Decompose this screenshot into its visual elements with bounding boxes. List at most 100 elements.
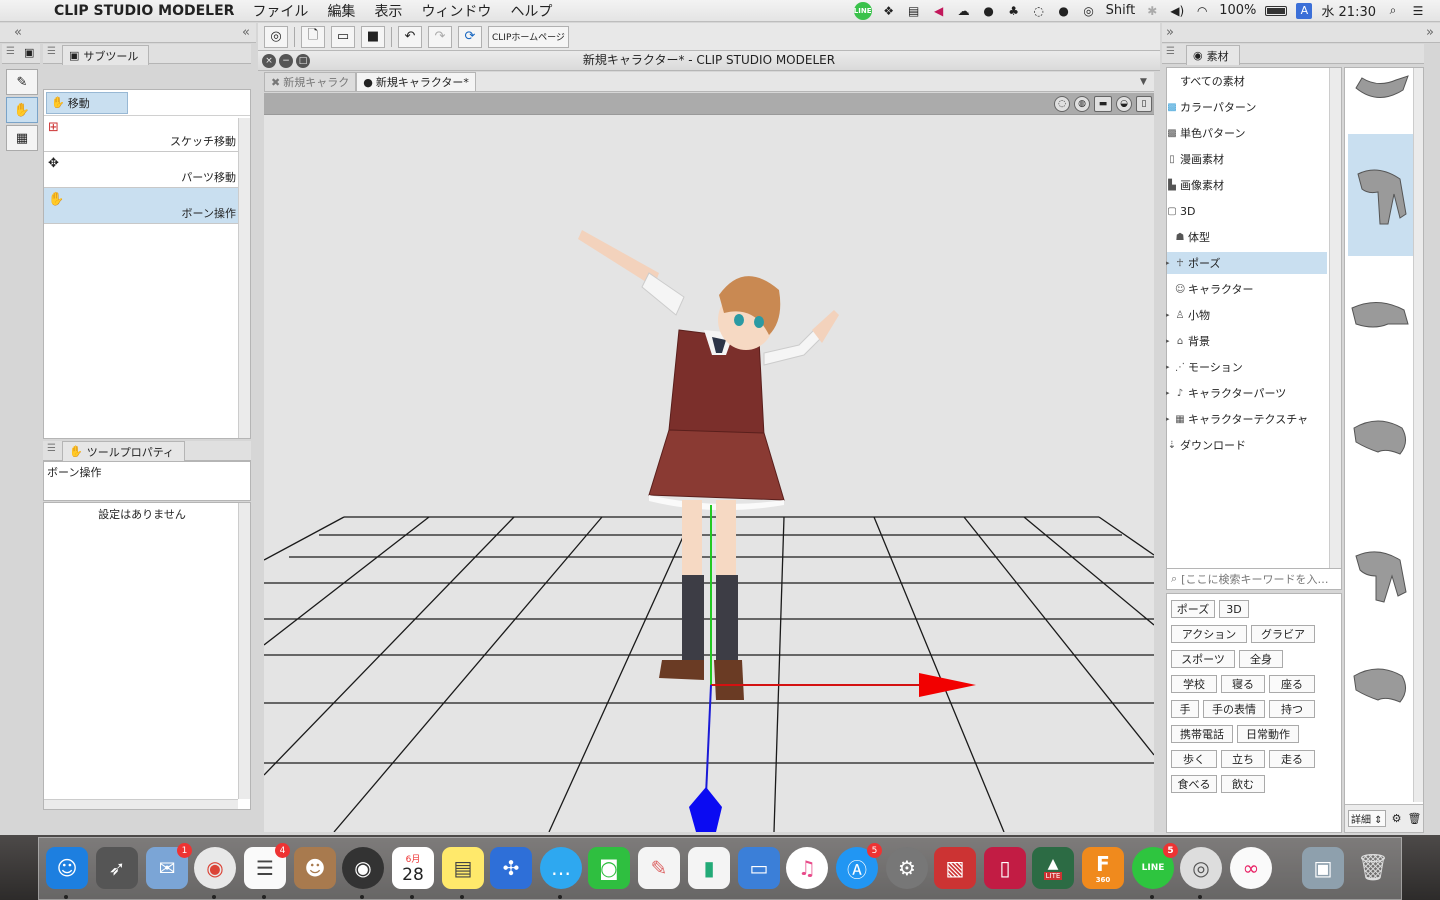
volume-icon[interactable]: ◀) (1169, 3, 1185, 19)
menu-view[interactable]: 表示 (374, 1, 402, 21)
gizmo-z-arrow[interactable] (689, 787, 722, 832)
expand-arrow-icon[interactable]: ▸ (1166, 415, 1170, 423)
battery-icon[interactable] (1265, 5, 1288, 16)
subtool-item-bone-operation[interactable]: ✋ ボーン操作 (44, 188, 238, 224)
pages-icon[interactable]: ✎ (638, 847, 680, 889)
dropbox-icon[interactable]: ❖ (881, 3, 897, 19)
expand-arrow-icon[interactable]: ▸ (1166, 363, 1170, 371)
tag-button[interactable]: 立ち (1221, 750, 1265, 768)
detail-button[interactable]: 詳細 ⇕ (1348, 810, 1386, 827)
subtool-group-move-button[interactable]: ✋ 移動 (46, 91, 128, 114)
tag-button[interactable]: 食べる (1171, 775, 1217, 793)
maximize-window-icon[interactable]: □ (296, 54, 310, 68)
subtool-item-sketch-move[interactable]: ⊞ スケッチ移動 (44, 116, 238, 152)
close-window-icon[interactable]: × (262, 54, 276, 68)
tree-item-props[interactable]: ▸ ♙ 小物 (1166, 304, 1327, 326)
tree-vscroll[interactable] (1329, 68, 1341, 572)
tree-item-download[interactable]: ⇣ ダウンロード (1167, 434, 1327, 456)
tag-button[interactable]: 走る (1269, 750, 1315, 768)
trash-icon[interactable]: 🗑 (1352, 847, 1394, 889)
phone-app-icon[interactable]: ▯ (984, 847, 1026, 889)
line-status-icon[interactable]: LINE (853, 1, 872, 20)
tag-button[interactable]: 日常動作 (1237, 725, 1299, 743)
move-tool-button[interactable]: ✋ (6, 97, 38, 123)
tag-button[interactable]: 手の表情 (1203, 700, 1265, 718)
tag-button[interactable]: 座る (1269, 675, 1315, 693)
tag-button[interactable]: アクション (1171, 625, 1247, 643)
notification-center-icon[interactable]: ☰ (1410, 3, 1426, 19)
tree-item-motion[interactable]: ▸ ⋰ モーション (1166, 356, 1327, 378)
tag-button[interactable]: ポーズ (1171, 600, 1215, 618)
tab-list-chevron-down-icon[interactable]: ▼ (1140, 72, 1154, 91)
expand-arrow-icon[interactable]: ▸ (1166, 311, 1170, 319)
hat-icon[interactable]: ● (981, 3, 997, 19)
open-file-button[interactable]: ▭ (331, 25, 355, 48)
wifi-icon[interactable]: ◠ (1194, 3, 1210, 19)
close-tab-icon[interactable]: ✖ (271, 76, 280, 89)
pose-thumbnail-selected[interactable] (1348, 134, 1414, 256)
input-method-icon[interactable]: A (1296, 2, 1313, 19)
subtool-tab[interactable]: ▣ サブツール (62, 45, 150, 65)
pose-thumbnail[interactable] (1348, 268, 1414, 368)
tool-panel-menu-icon[interactable]: ☰ (6, 46, 15, 57)
calendar-icon[interactable]: 6月 28 (392, 847, 434, 889)
pose-thumbnail[interactable] (1348, 68, 1414, 128)
tree-item-background[interactable]: ▸ ⌂ 背景 (1166, 330, 1327, 352)
app-store-icon[interactable]: Ⓐ 5 (836, 843, 882, 889)
downloads-stack-icon[interactable]: ▣ (1302, 847, 1344, 889)
new-file-button[interactable]: 🗋 (301, 25, 325, 48)
tag-button[interactable]: 歩く (1171, 750, 1217, 768)
subtool-menu-icon[interactable]: ☰ (47, 46, 56, 57)
toolprop-hscroll[interactable] (44, 799, 238, 809)
clip-homepage-button[interactable]: CLIPホームページ (488, 25, 569, 48)
fusion-360-icon[interactable]: F 360 (1082, 847, 1124, 889)
mail-icon[interactable]: ✉ 1 (146, 843, 192, 889)
wireframe-sphere-icon[interactable]: ◌ (1054, 96, 1070, 112)
tag-button[interactable]: 寝る (1221, 675, 1265, 693)
menu-window[interactable]: ウィンドウ (421, 1, 491, 21)
circle-icon[interactable]: ◌ (1031, 3, 1047, 19)
dot-icon[interactable]: ● (1056, 3, 1072, 19)
app-box-icon[interactable]: ▧ (934, 847, 976, 889)
tag-button[interactable]: 飲む (1221, 775, 1265, 793)
toolprop-tab[interactable]: ✋ ツールプロパティ (62, 441, 186, 461)
checker-tool-button[interactable]: ▦ (6, 125, 38, 151)
tree-item-pose[interactable]: ▸ ☥ ポーズ (1166, 252, 1327, 274)
menu-file[interactable]: ファイル (252, 1, 308, 21)
tree-item-mono-pattern[interactable]: ▩ 単色パターン (1167, 122, 1327, 144)
keynote-icon[interactable]: ▭ (738, 847, 780, 889)
bookmark-icon[interactable]: ◀ (931, 3, 947, 19)
itunes-icon[interactable]: ♫ (786, 847, 828, 889)
bluetooth-icon[interactable]: ✱ (1144, 3, 1160, 19)
contacts-icon[interactable]: ☻ (294, 847, 336, 889)
facetime-icon[interactable]: ◙ (588, 847, 630, 889)
pose-thumbnail[interactable] (1348, 640, 1414, 740)
notes-icon[interactable]: ▤ (442, 847, 484, 889)
minimize-window-icon[interactable]: − (279, 54, 293, 68)
app-menu[interactable]: CLIP STUDIO MODELER (54, 3, 234, 19)
reminders-icon[interactable]: ☰ 4 (244, 843, 290, 889)
shading-sphere-icon[interactable]: ◒ (1116, 96, 1132, 112)
numbers-icon[interactable]: ▮ (688, 847, 730, 889)
pose-thumbnail[interactable] (1348, 392, 1414, 492)
tree-item-all-materials[interactable]: すべての素材 (1167, 70, 1327, 92)
tag-button[interactable]: 手 (1171, 700, 1199, 718)
collapse-left-inner-icon[interactable]: « (242, 25, 250, 40)
expand-arrow-icon[interactable]: ▸ (1166, 389, 1170, 397)
collapse-right-icon[interactable]: » (1166, 25, 1174, 40)
tag-button[interactable]: スポーツ (1171, 650, 1235, 668)
line-app-icon[interactable]: LINE 5 (1132, 843, 1178, 889)
spotlight-icon[interactable]: ⌕ (1385, 3, 1401, 19)
viewport-scene[interactable] (264, 115, 1154, 832)
expand-arrow-icon[interactable]: ▸ (1166, 337, 1170, 345)
menu-help[interactable]: ヘルプ (510, 1, 552, 21)
tag-button[interactable]: グラビア (1251, 625, 1315, 643)
tab-document-1[interactable]: ✖ 新規キャラク (264, 72, 357, 91)
tag-button[interactable]: 携帯電話 (1171, 725, 1233, 743)
undo-button[interactable]: ↶ (398, 25, 422, 48)
collapse-left-icon[interactable]: « (14, 25, 22, 40)
tag-button[interactable]: 全身 (1239, 650, 1283, 668)
material-menu-icon[interactable]: ☰ (1166, 46, 1175, 57)
menu-edit[interactable]: 編集 (327, 1, 355, 21)
sketch-tool-button[interactable]: ✎ (6, 69, 38, 95)
